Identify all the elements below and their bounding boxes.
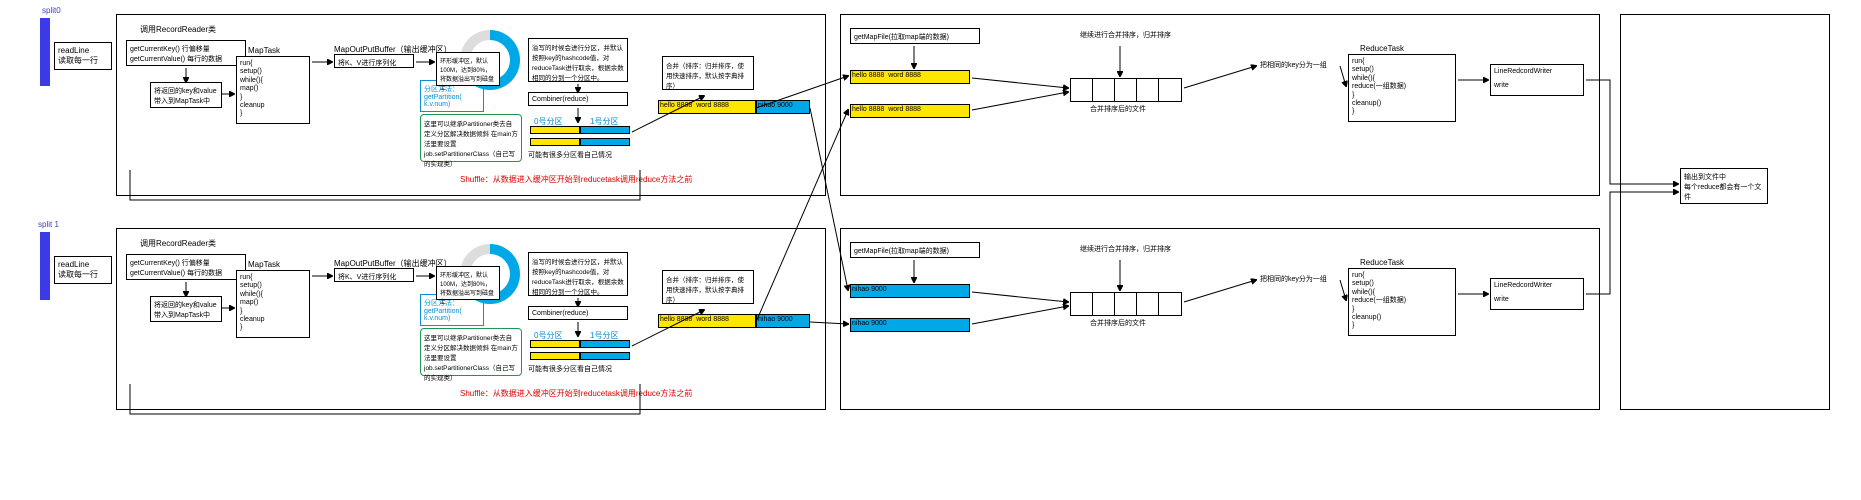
p1-bar-a: [580, 126, 630, 134]
fetch-yellow-0b: hello 8888 word 8888: [850, 104, 970, 118]
readline-box-1: readLine 读取每一行: [54, 256, 112, 284]
shuffle-0: Shuffle：从数据进入缓冲区开始到reducetask调用reduce方法之…: [460, 174, 692, 185]
maptask-1: MapTask: [248, 260, 280, 269]
merged-cyan-0: nihao 9000: [756, 100, 810, 114]
sendtomap-0: 将返回的key和value带入到MapTask中: [150, 82, 222, 108]
merge-0: 合并（排序：归并排序，使用快速排序，默认按字典排序）: [662, 56, 754, 90]
writepart-1: 溢写的时候会进行分区，并默认按照key的hashcode值，对reduceTas…: [528, 252, 628, 296]
split0-bar: [40, 18, 50, 86]
fetch-cyan-1b: nihao 9000: [850, 318, 970, 332]
cells-1: [1070, 292, 1182, 316]
split1-bar: [40, 232, 50, 300]
linewriter-0: LineRedcordWriter write: [1490, 64, 1584, 96]
maptask-0: MapTask: [248, 46, 280, 55]
p0-bar-b: [530, 138, 580, 146]
merged-yellow-1: hello 8888 word 8888: [658, 314, 756, 328]
readline-t1: readLine: [58, 260, 89, 269]
recordreader-1: 调用RecordReader类: [140, 238, 216, 249]
fetch-yellow-0a: hello 8888 word 8888: [850, 70, 970, 84]
stm0: 将返回的key和value带入到MapTask中: [154, 88, 217, 105]
groupkey-1: 把相同的key分为一组: [1260, 274, 1327, 284]
serialize-1: 将K、V进行序列化: [334, 268, 414, 282]
p0-bar-a: [530, 126, 580, 134]
partition-note-0: 这里可以继承Partitioner类去自定义分区解决数据倾斜 在main方法里要…: [420, 114, 522, 162]
ringbuf-text-0: 环形缓冲区，默认100M，达到80%，将数据溢出写到磁盘上: [436, 52, 500, 86]
merged-yellow-0: hello 8888 word 8888: [658, 100, 756, 114]
readline-t: readLine: [58, 46, 89, 55]
outfile-text: 输出到文件中 每个reduce都会有一个文件: [1680, 168, 1768, 204]
getkv-1: getCurrentKey() 行偏移量 getCurrentValue() 每…: [126, 254, 246, 280]
reducetask-0: ReduceTask: [1360, 44, 1404, 53]
recordreader-0: 调用RecordReader类: [140, 24, 216, 35]
reducetask-1: ReduceTask: [1360, 258, 1404, 267]
ringbuf-text-1: 环形缓冲区，默认100M，达到80%，将数据溢出写到磁盘上: [436, 266, 500, 300]
reducecode-1: run{ setup() while(){ reduce(一组数据) } cle…: [1348, 268, 1456, 336]
cells-0: [1070, 78, 1182, 102]
split0-label: split0: [42, 6, 61, 15]
merged-cyan-1: nihao 9000: [756, 314, 810, 328]
fetch-cyan-1a: nihao 9000: [850, 284, 970, 298]
combiner-1: Combiner(reduce): [528, 306, 628, 320]
output-stage: [1620, 14, 1830, 410]
shuffle-1: Shuffle：从数据进入缓冲区开始到reducetask调用reduce方法之…: [460, 388, 692, 399]
reducecode-0: run{ setup() while(){ reduce(一组数据) } cle…: [1348, 54, 1456, 122]
linewriter-1: LineRedcordWriter write: [1490, 278, 1584, 310]
mergesort-0: 继续进行合并排序，归并排序: [1080, 30, 1171, 40]
mergesort-1: 继续进行合并排序，归并排序: [1080, 244, 1171, 254]
mapcode-0: run{ setup() while(){ map() } cleanup }: [236, 56, 310, 124]
p1-bar-b: [580, 138, 630, 146]
mergenote-0: 可能有很多分区看自己情况: [528, 150, 612, 160]
serialize-0: 将K、V进行序列化: [334, 54, 414, 68]
readline-b: 读取每一行: [58, 56, 98, 65]
mergedfile-0: 合并排序后的文件: [1090, 104, 1146, 114]
partition-note-1: 这里可以继承Partitioner类去自定义分区解决数据倾斜 在main方法里要…: [420, 328, 522, 376]
getmapfile-1: getMapFile(拉取map端的数据): [850, 242, 980, 258]
readline-box-0: readLine 读取每一行: [54, 42, 112, 70]
combiner-0: Combiner(reduce): [528, 92, 628, 106]
writepart-0: 溢写的时候会进行分区，并默认按照key的hashcode值，对reduceTas…: [528, 38, 628, 82]
ser0: 将K、V进行序列化: [338, 60, 396, 67]
mergedfile-1: 合并排序后的文件: [1090, 318, 1146, 328]
sendtomap-1: 将返回的key和value带入到MapTask中: [150, 296, 222, 322]
getmapfile-0: getMapFile(拉取map端的数据): [850, 28, 980, 44]
split1-label: split 1: [38, 220, 59, 229]
mapcode-1: run{ setup() while(){ map() } cleanup }: [236, 270, 310, 338]
gcv0: getCurrentValue() 每行的数据: [130, 56, 222, 63]
getkv-0: getCurrentKey() 行偏移量 getCurrentValue() 每…: [126, 40, 246, 66]
readline-b1: 读取每一行: [58, 270, 98, 279]
merge-1: 合并（排序：归并排序，使用快速排序，默认按字典排序）: [662, 270, 754, 304]
gck0: getCurrentKey() 行偏移量: [130, 46, 210, 53]
groupkey-0: 把相同的key分为一组: [1260, 60, 1327, 70]
